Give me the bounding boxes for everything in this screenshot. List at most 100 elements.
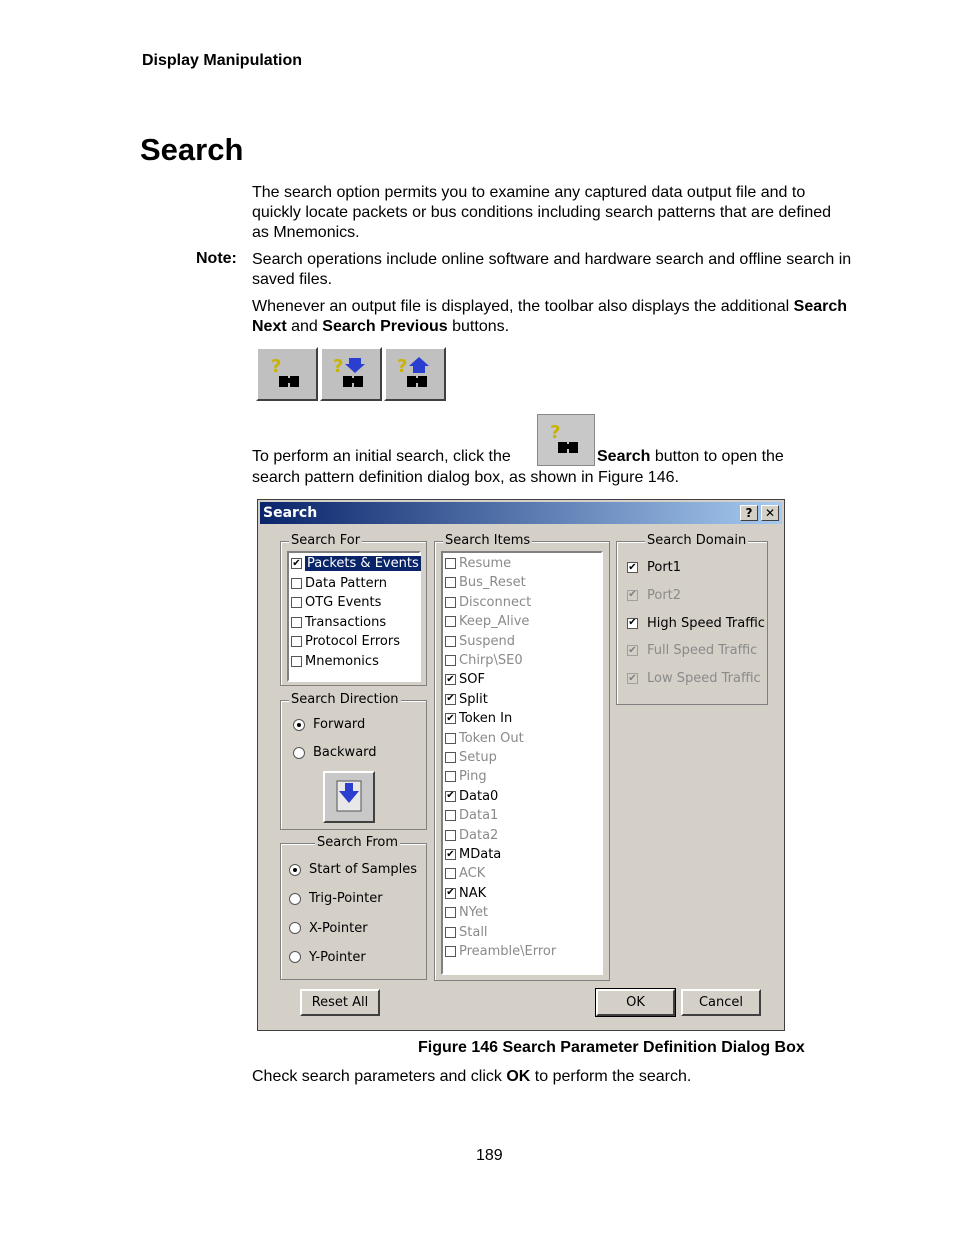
checkbox[interactable] <box>445 752 456 763</box>
search-from-option[interactable]: X-Pointer <box>289 921 368 936</box>
radio-button[interactable] <box>289 863 301 876</box>
search-for-list[interactable]: ✔ Packets & Events Data Pattern OTG Events T… <box>287 551 421 682</box>
search-item[interactable]: ✔ MData <box>445 845 501 864</box>
search-previous-button[interactable]: ? <box>384 347 446 401</box>
search-item[interactable]: Ping <box>445 767 487 786</box>
checkbox[interactable]: ✔ <box>445 713 456 725</box>
search-for-item[interactable]: Data Pattern <box>291 574 387 593</box>
search-for-item[interactable]: OTG Events <box>291 593 381 612</box>
search-item[interactable]: Preamble\Error <box>445 942 556 961</box>
reset-all-button[interactable]: Reset All <box>300 989 380 1016</box>
checkbox[interactable]: ✔ <box>445 887 456 899</box>
search-item[interactable]: ✔ Split <box>445 690 488 709</box>
checkbox[interactable] <box>445 732 456 744</box>
checkbox[interactable]: ✔ <box>291 558 302 569</box>
search-item[interactable]: NYet <box>445 903 488 922</box>
search-item-label: Suspend <box>459 633 516 649</box>
search-for-item[interactable]: Protocol Errors <box>291 632 400 651</box>
checkbox[interactable] <box>445 558 456 569</box>
search-item[interactable]: Chirp\SE0 <box>445 651 523 670</box>
search-item[interactable]: Data2 <box>445 826 498 845</box>
search-item[interactable]: ✔ Token In <box>445 709 512 728</box>
search-item[interactable]: Resume <box>445 554 511 573</box>
checkbox[interactable] <box>445 655 456 666</box>
checkbox[interactable]: ✔ <box>445 693 456 705</box>
search-item[interactable]: Disconnect <box>445 593 531 612</box>
checkbox[interactable] <box>291 577 302 589</box>
checkbox[interactable] <box>445 829 456 841</box>
checkbox[interactable] <box>445 926 456 938</box>
checkbox[interactable]: ✔ <box>627 645 638 657</box>
checkbox[interactable]: ✔ <box>445 674 456 686</box>
direction-option[interactable]: Backward <box>293 745 377 760</box>
radio-button[interactable] <box>293 718 305 731</box>
checkmark-icon: ✔ <box>446 848 455 860</box>
close-button[interactable]: ✕ <box>761 505 779 521</box>
search-item-label: Keep_Alive <box>459 614 530 630</box>
checkbox[interactable] <box>291 636 302 647</box>
search-dialog: Search ? ✕ Search For ✔ Packets & Events D… <box>257 499 785 1031</box>
radio-button[interactable] <box>289 922 301 935</box>
direction-option-label: Forward <box>313 717 366 732</box>
search-domain-item[interactable]: ✔ Full Speed Traffic <box>627 641 757 660</box>
checkbox[interactable] <box>445 616 456 628</box>
search-button[interactable]: ? <box>256 347 318 401</box>
search-for-item[interactable]: Transactions <box>291 613 386 632</box>
search-item[interactable]: Stall <box>445 923 488 942</box>
search-item[interactable]: Data1 <box>445 806 498 825</box>
checkbox[interactable] <box>445 577 456 589</box>
checkbox[interactable]: ✔ <box>627 589 638 601</box>
search-next-button[interactable]: ? <box>320 347 382 401</box>
checkbox[interactable]: ✔ <box>627 617 638 629</box>
radio-button[interactable] <box>289 892 301 905</box>
ok-button[interactable]: OK <box>595 988 676 1017</box>
search-item[interactable]: ✔ NAK <box>445 884 486 903</box>
checkbox[interactable]: ✔ <box>445 790 456 802</box>
checkbox[interactable] <box>445 596 456 608</box>
checkbox[interactable] <box>291 655 302 667</box>
svg-text:?: ? <box>333 356 343 377</box>
search-domain-item[interactable]: ✔ Port1 <box>627 558 681 577</box>
search-domain-item[interactable]: ✔ High Speed Traffic <box>627 614 765 633</box>
checkbox[interactable] <box>445 635 456 647</box>
search-item[interactable]: Token Out <box>445 729 524 748</box>
search-domain-item[interactable]: ✔ Low Speed Traffic <box>627 669 761 688</box>
radio-button[interactable] <box>289 951 301 964</box>
search-from-option[interactable]: Start of Samples <box>289 862 417 877</box>
help-button[interactable]: ? <box>740 505 758 521</box>
search-from-label: Search From <box>315 835 401 850</box>
direction-option[interactable]: Forward <box>293 717 365 732</box>
search-items-list[interactable]: Resume Bus_Reset Disconnect Keep_Alive Suspe… <box>441 551 603 975</box>
checkbox[interactable] <box>291 597 302 608</box>
checkbox[interactable]: ✔ <box>627 562 638 573</box>
cancel-button[interactable]: Cancel <box>681 989 761 1016</box>
checkbox[interactable] <box>445 946 456 957</box>
search-from-option[interactable]: Trig-Pointer <box>289 891 383 906</box>
search-item-label: Token Out <box>459 730 524 746</box>
search-item-label: Resume <box>459 556 512 571</box>
direction-arrow-button[interactable] <box>323 771 375 823</box>
checkbox[interactable] <box>291 616 302 628</box>
search-item[interactable]: Suspend <box>445 632 515 651</box>
search-item[interactable]: ✔ Data0 <box>445 787 498 806</box>
checkbox[interactable] <box>445 907 456 919</box>
search-item[interactable]: ACK <box>445 864 485 883</box>
search-domain-item-label: Low Speed Traffic <box>647 671 761 687</box>
search-item[interactable]: ✔ SOF <box>445 670 485 689</box>
checkbox[interactable] <box>445 771 456 783</box>
checkbox[interactable]: ✔ <box>445 849 456 860</box>
checkbox[interactable] <box>445 810 456 822</box>
search-items-label: Search Items <box>443 533 533 548</box>
search-item[interactable]: Setup <box>445 748 497 767</box>
search-for-item[interactable]: ✔ Packets & Events <box>291 554 421 573</box>
radio-button[interactable] <box>293 746 305 759</box>
search-item-label: MData <box>459 847 502 862</box>
checkbox[interactable]: ✔ <box>627 673 638 685</box>
search-item[interactable]: Bus_Reset <box>445 573 526 592</box>
search-domain-item[interactable]: ✔ Port2 <box>627 586 681 605</box>
search-from-option[interactable]: Y-Pointer <box>289 950 366 965</box>
checkbox[interactable] <box>445 868 456 880</box>
search-item[interactable]: Keep_Alive <box>445 612 529 631</box>
inline-search-button[interactable]: ? <box>537 414 595 466</box>
search-for-item[interactable]: Mnemonics <box>291 652 379 671</box>
